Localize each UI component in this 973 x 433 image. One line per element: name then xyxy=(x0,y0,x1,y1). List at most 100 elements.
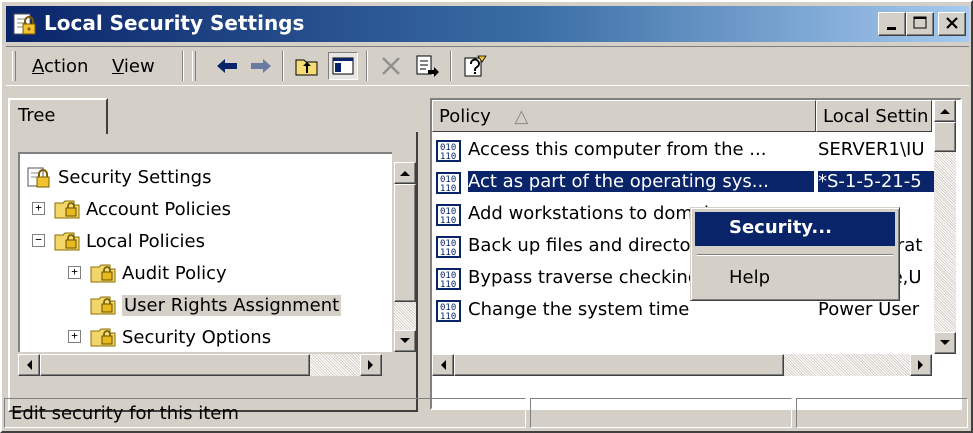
scroll-thumb[interactable] xyxy=(40,354,310,376)
policy-local-setting: *S-1-5-21-5 xyxy=(818,171,934,192)
back-arrow-icon xyxy=(217,59,237,73)
tab-tree[interactable]: Tree xyxy=(8,98,108,134)
folder-lock-icon xyxy=(54,230,86,252)
expander-icon[interactable]: + xyxy=(68,266,81,279)
view-menu-mnemonic: V xyxy=(112,56,124,77)
security-settings-icon xyxy=(26,166,58,188)
status-field-2 xyxy=(530,398,792,428)
folder-lock-icon xyxy=(90,326,122,348)
security-settings-icon xyxy=(13,13,36,35)
svg-text:110: 110 xyxy=(440,312,456,322)
minimize-icon xyxy=(887,27,896,30)
arrow-up-icon xyxy=(400,171,410,176)
context-menu-help[interactable]: Help xyxy=(695,262,895,296)
scroll-left-button[interactable] xyxy=(432,354,454,376)
list-vertical-scrollbar[interactable] xyxy=(934,100,956,354)
action-menu-label: ction xyxy=(44,56,89,77)
status-field-3 xyxy=(796,398,968,428)
context-menu-help-label: Help xyxy=(729,267,771,288)
maximize-button[interactable] xyxy=(906,12,934,36)
scroll-up-button[interactable] xyxy=(934,100,956,122)
tree-horizontal-scrollbar[interactable] xyxy=(18,354,382,376)
action-menu[interactable]: Action xyxy=(32,56,88,77)
export-list-button[interactable] xyxy=(412,52,442,80)
tree-item-user-rights-assignment[interactable]: User Rights Assignment xyxy=(90,290,342,320)
tree-item-label: Account Policies xyxy=(86,198,231,220)
up-folder-icon xyxy=(295,59,318,76)
scroll-thumb[interactable] xyxy=(454,354,784,376)
show-hide-tree-button[interactable] xyxy=(328,52,358,80)
scroll-up-button[interactable] xyxy=(394,162,416,184)
svg-text:110: 110 xyxy=(440,152,456,162)
tree-item-audit-policy[interactable]: + Audit Policy xyxy=(68,258,227,288)
svg-text:110: 110 xyxy=(440,280,456,290)
folder-lock-icon xyxy=(90,294,122,316)
tree-item-local-policies[interactable]: − Local Policies xyxy=(32,226,205,256)
context-menu-security-label: Security... xyxy=(729,217,832,238)
back-button[interactable] xyxy=(212,52,242,80)
local-security-settings-window: Local Security Settings Action View Tree… xyxy=(0,0,973,433)
arrow-down-icon xyxy=(400,338,410,343)
toolbar-separator xyxy=(182,51,184,81)
scroll-thumb[interactable] xyxy=(934,122,956,152)
policy-local-setting: Power User xyxy=(818,299,920,320)
list-horizontal-scrollbar[interactable] xyxy=(432,354,932,376)
delete-button[interactable] xyxy=(376,52,406,80)
scroll-down-button[interactable] xyxy=(394,330,416,352)
title-bar[interactable]: Local Security Settings xyxy=(6,6,969,42)
policy-row[interactable]: 010 110 Act as part of the operating sys..… xyxy=(432,168,934,198)
up-one-level-button[interactable] xyxy=(292,52,322,80)
policy-name: Change the system time xyxy=(468,299,690,320)
tree-item-label: Security Options xyxy=(122,326,272,348)
action-menu-mnemonic: A xyxy=(32,56,44,77)
scroll-right-button[interactable] xyxy=(360,354,382,376)
svg-text:110: 110 xyxy=(440,216,456,226)
column-header-policy[interactable]: Policy △ xyxy=(432,100,816,132)
folder-lock-icon xyxy=(54,198,86,220)
arrow-left-icon xyxy=(27,360,32,370)
show-hide-tree-icon xyxy=(332,57,354,75)
view-menu[interactable]: View xyxy=(112,56,155,77)
help-button[interactable] xyxy=(460,52,490,80)
close-button[interactable] xyxy=(938,12,966,36)
forward-button[interactable] xyxy=(246,52,276,80)
arrow-right-icon xyxy=(918,360,923,370)
tree-item-security-options[interactable]: + Security Options xyxy=(68,322,272,352)
tree-view[interactable]: Security Settings + Account Policies − Local… xyxy=(18,152,392,352)
view-menu-label: iew xyxy=(123,56,155,77)
arrow-left-icon xyxy=(441,360,446,370)
menu-toolbar: Action View xyxy=(6,46,969,86)
arrow-up-icon xyxy=(940,109,950,114)
column-header-local-setting[interactable]: Local Settin xyxy=(816,100,932,132)
toolbar-grip[interactable] xyxy=(12,51,16,81)
toolbar-grip[interactable] xyxy=(192,51,196,81)
tree-item-account-policies[interactable]: + Account Policies xyxy=(32,194,231,224)
forward-arrow-icon xyxy=(251,59,271,73)
context-menu: Security... Help xyxy=(690,207,900,301)
policy-name: Access this computer from the ... xyxy=(468,139,767,160)
status-text: Edit security for this item xyxy=(11,403,239,424)
context-menu-security[interactable]: Security... xyxy=(695,212,895,246)
tree-vertical-scrollbar[interactable] xyxy=(394,162,416,352)
tab-tree-label: Tree xyxy=(18,105,56,126)
scroll-down-button[interactable] xyxy=(934,332,956,354)
expander-icon[interactable]: − xyxy=(32,234,45,247)
minimize-button[interactable] xyxy=(878,12,906,36)
folder-lock-icon xyxy=(90,262,122,284)
toolbar-separator xyxy=(450,51,452,81)
tree-item-label: Security Settings xyxy=(58,166,212,188)
expander-icon[interactable]: + xyxy=(32,202,45,215)
close-icon xyxy=(946,17,958,29)
policy-name: Act as part of the operating sys... xyxy=(468,171,814,192)
scroll-left-button[interactable] xyxy=(18,354,40,376)
tree-item-security-settings[interactable]: Security Settings xyxy=(26,162,211,192)
scroll-thumb[interactable] xyxy=(394,184,416,302)
policy-row[interactable]: 010 110 Access this computer from the ... S… xyxy=(432,136,932,166)
toolbar-separator xyxy=(282,51,284,81)
arrow-right-icon xyxy=(368,360,373,370)
scroll-right-button[interactable] xyxy=(910,354,932,376)
status-text-field: Edit security for this item xyxy=(4,398,526,428)
policy-local-setting: SERVER1\IU xyxy=(818,139,925,160)
expander-icon[interactable]: + xyxy=(68,330,81,343)
maximize-icon xyxy=(913,16,927,29)
